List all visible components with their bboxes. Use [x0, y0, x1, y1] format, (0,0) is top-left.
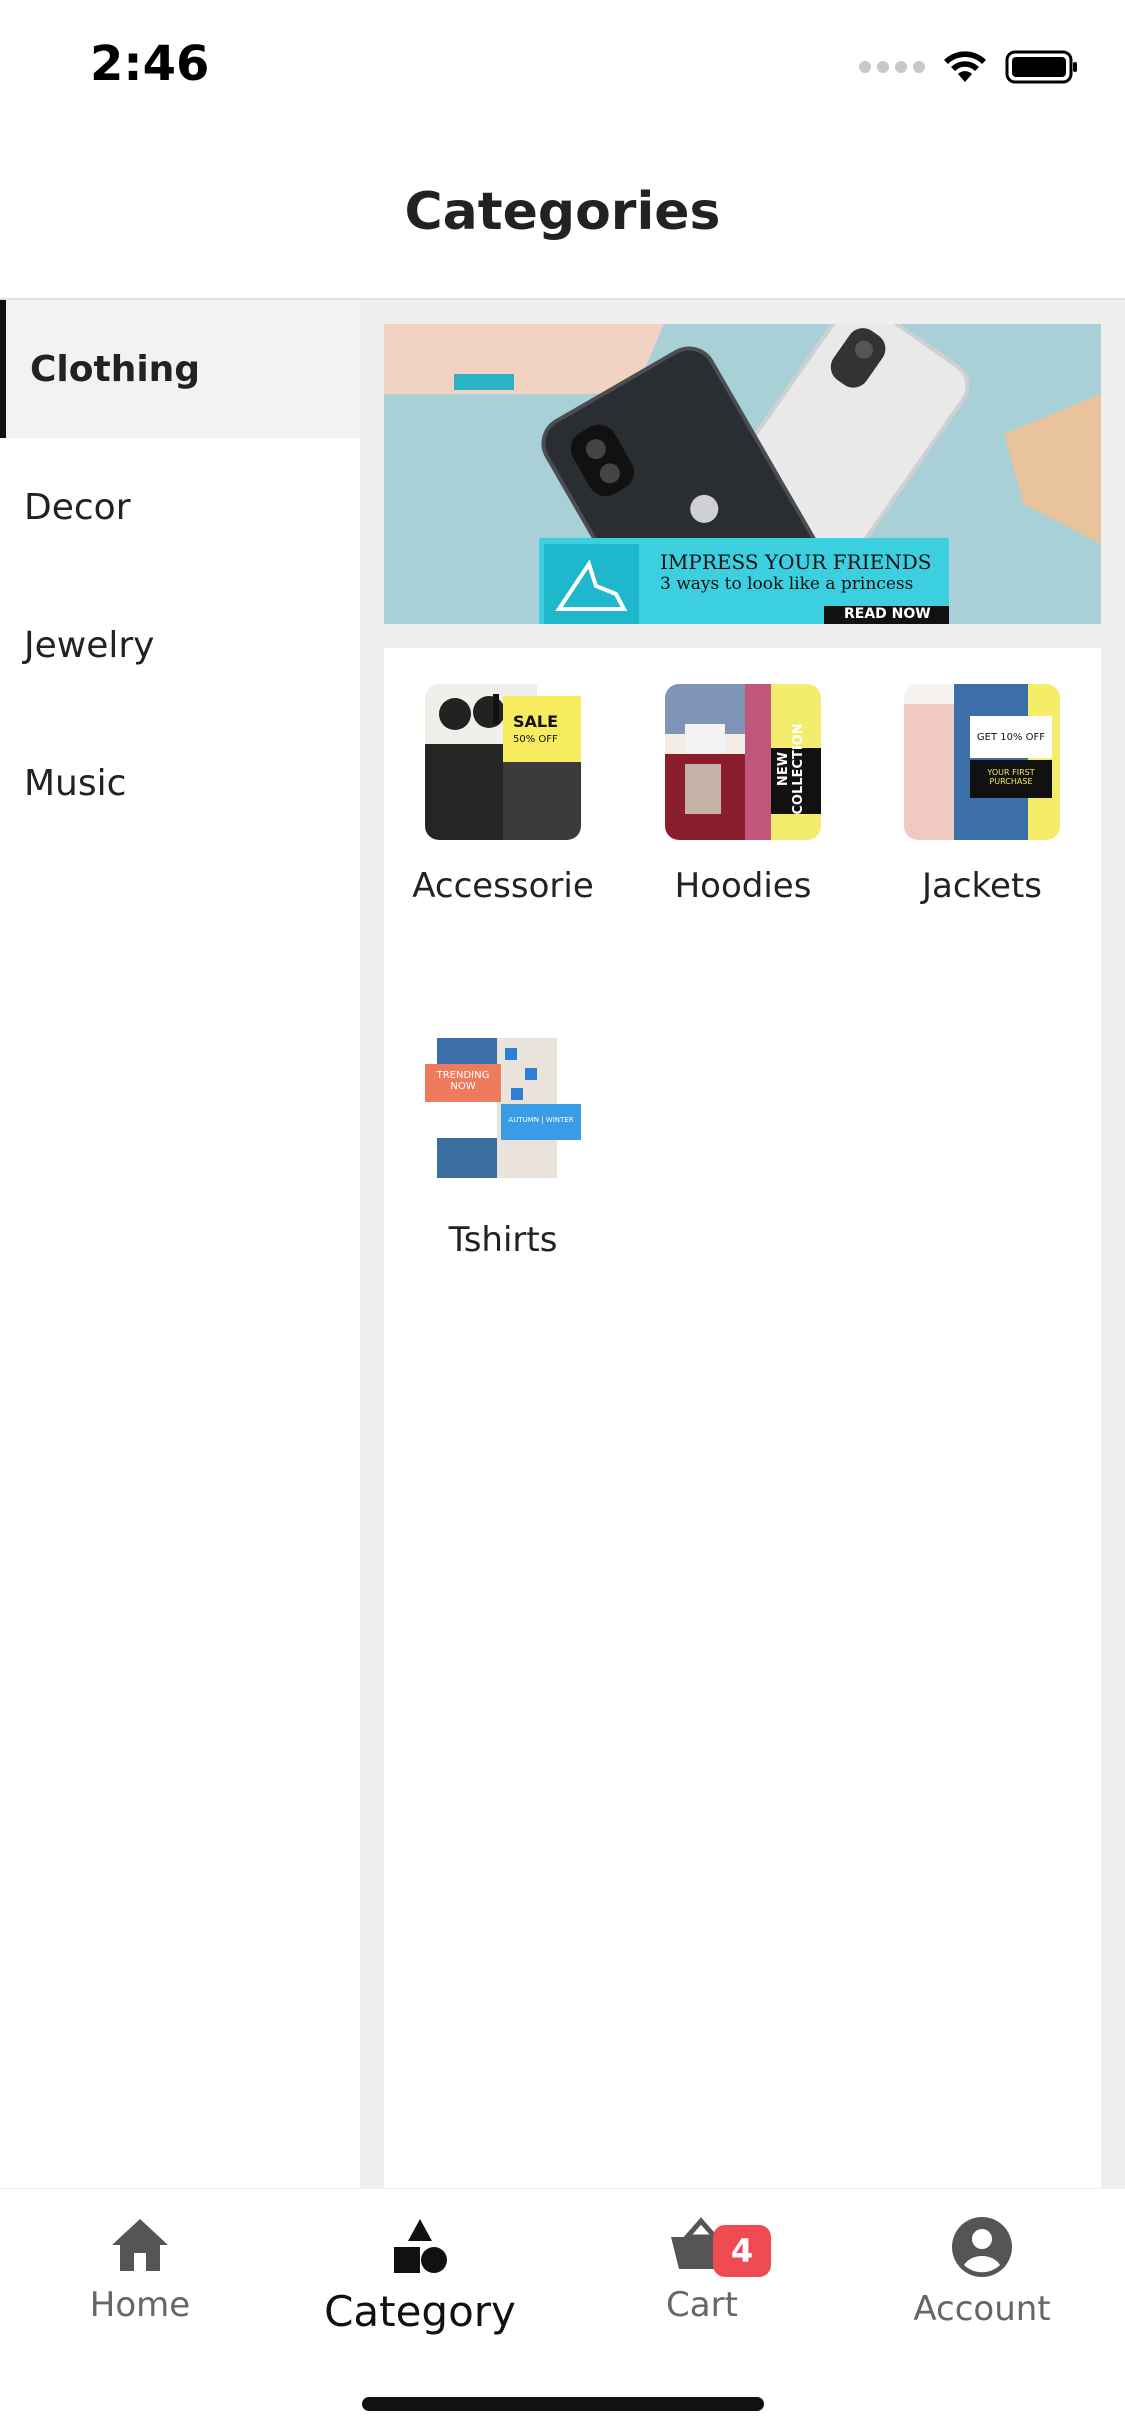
subcategory-panel: SALE 50% OFF Accessorie NEW COLLECTION H…	[384, 648, 1101, 2188]
banner-headline: IMPRESS YOUR FRIENDS	[660, 550, 932, 574]
nav-home[interactable]: Home	[40, 2215, 240, 2325]
hoodies-thumb-text: NEW COLLECTION	[776, 723, 806, 815]
accessories-thumbnail: SALE 50% OFF	[425, 684, 581, 840]
sidebar-item-clothing[interactable]: Clothing	[0, 300, 360, 438]
sidebar-item-jewelry[interactable]: Jewelry	[0, 576, 360, 714]
category-icon	[394, 2219, 447, 2273]
wifi-icon	[944, 51, 986, 82]
account-icon	[952, 2217, 1012, 2277]
nav-label: Cart	[666, 2285, 738, 2325]
category-tile-tshirts[interactable]: TRENDING NOW AUTUMN | WINTER Tshirts	[398, 1038, 608, 1260]
sidebar-item-music[interactable]: Music	[0, 714, 360, 852]
status-icons	[859, 50, 1079, 84]
banner-cta[interactable]: READ NOW	[844, 606, 931, 622]
category-tile-hoodies[interactable]: NEW COLLECTION Hoodies	[638, 684, 848, 906]
category-tile-accessories[interactable]: SALE 50% OFF Accessorie	[398, 684, 608, 906]
battery-icon	[1005, 50, 1077, 84]
nav-label: Category	[324, 2287, 516, 2336]
promo-banner[interactable]: IMPRESS YOUR FRIENDS 3 ways to look like…	[384, 324, 1101, 624]
accessories-thumb-off: 50% OFF	[513, 734, 558, 745]
status-bar: 2:46	[0, 0, 1125, 132]
signal-icon	[859, 61, 925, 73]
content-area: IMPRESS YOUR FRIENDS 3 ways to look like…	[360, 300, 1125, 2188]
nav-label: Account	[913, 2289, 1051, 2329]
nav-label: Home	[89, 2285, 191, 2325]
jackets-thumb-offer: GET 10% OFF	[976, 732, 1046, 743]
header: Categories	[0, 132, 1125, 300]
accessories-thumb-sale: SALE	[513, 712, 559, 731]
sidebar-item-decor[interactable]: Decor	[0, 438, 360, 576]
jackets-thumbnail: GET 10% OFF YOUR FIRST PURCHASE	[904, 684, 1060, 840]
jackets-thumb-sub: YOUR FIRST PURCHASE	[987, 768, 1035, 786]
home-icon	[112, 2219, 168, 2271]
page-title: Categories	[404, 182, 721, 242]
tshirts-thumb-trending: TRENDING NOW	[436, 1070, 490, 1092]
category-tile-jackets[interactable]: GET 10% OFF YOUR FIRST PURCHASE Jackets	[877, 684, 1087, 906]
home-indicator[interactable]	[362, 2397, 764, 2411]
nav-account[interactable]: Account	[882, 2215, 1082, 2329]
category-label: Hoodies	[674, 866, 812, 906]
tshirts-thumb-season: AUTUMN | WINTER	[508, 1116, 574, 1124]
banner-subline: 3 ways to look like a princess	[660, 574, 914, 594]
category-label: Jackets	[922, 866, 1042, 906]
status-time: 2:46	[90, 36, 210, 92]
cart-badge: 4	[713, 2225, 771, 2277]
category-label: Tshirts	[448, 1220, 558, 1260]
category-sidebar: Clothing Decor Jewelry Music	[0, 300, 360, 2188]
tshirts-thumbnail: TRENDING NOW AUTUMN | WINTER	[425, 1038, 581, 1194]
nav-category[interactable]: Category	[320, 2215, 520, 2336]
nav-cart[interactable]: 4 Cart	[602, 2215, 802, 2325]
hoodies-thumbnail: NEW COLLECTION	[665, 684, 821, 840]
category-label: Accessorie	[412, 866, 594, 906]
